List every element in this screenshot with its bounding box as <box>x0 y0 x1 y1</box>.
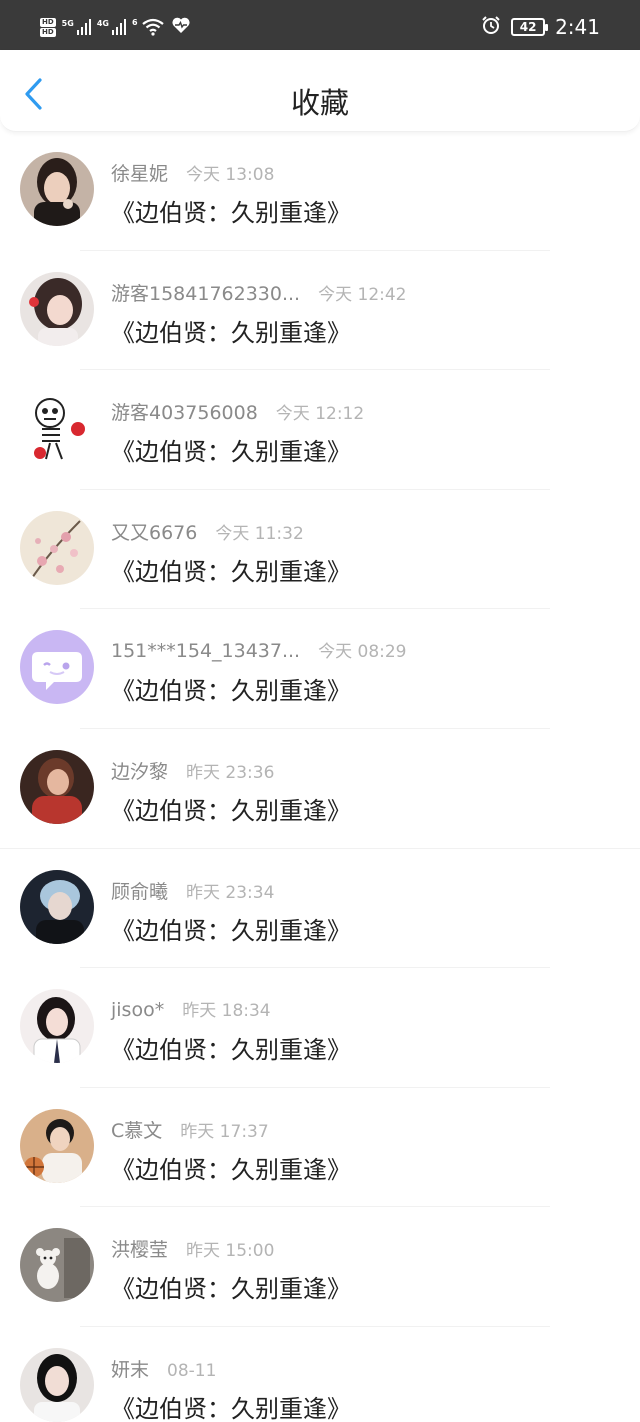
battery-icon: 42 <box>511 18 549 36</box>
avatar <box>20 510 94 585</box>
user-name: 洪樱莹 <box>111 1239 169 1262</box>
avatar <box>20 749 94 824</box>
status-bar: HD HD 5G 4G 6 42 2:41 <box>0 0 640 50</box>
list-item[interactable]: 洪樱莹 昨天 15:00 《边伯贤：久别重逢》 <box>0 1207 640 1327</box>
avatar <box>20 869 94 944</box>
list-item[interactable]: 游客15841762330... 今天 12:42 《边伯贤：久别重逢》 <box>0 251 640 371</box>
signal-5g-icon: 5G <box>62 19 91 35</box>
user-name: 妍末 <box>111 1358 150 1381</box>
list-item[interactable]: 又又6676 今天 11:32 《边伯贤：久别重逢》 <box>0 490 640 610</box>
avatar <box>20 1108 94 1183</box>
user-name: 151***154_13437... <box>111 640 301 663</box>
user-name: jisoo* <box>111 999 165 1022</box>
timestamp: 08-11 <box>167 1360 217 1381</box>
avatar <box>20 630 94 705</box>
user-name: 游客403756008 <box>111 402 258 425</box>
list-item[interactable]: 游客403756008 今天 12:12 《边伯贤：久别重逢》 <box>0 370 640 490</box>
item-subject: 《边伯贤：久别重逢》 <box>111 1155 351 1184</box>
timestamp: 昨天 23:36 <box>186 762 275 783</box>
item-meta: 151***154_13437... 今天 08:29 <box>111 637 407 662</box>
item-subject: 《边伯贤：久别重逢》 <box>111 438 351 467</box>
user-name: 徐星妮 <box>111 163 169 185</box>
item-meta: 游客15841762330... 今天 12:42 <box>111 279 407 306</box>
item-meta: jisoo* 昨天 18:34 <box>111 996 271 1021</box>
favorites-list: 徐星妮 今天 13:08 《边伯贤：久别重逢》 游客15841762330...… <box>0 131 640 1422</box>
hd-badge: HD <box>40 17 56 27</box>
item-subject: 《边伯贤：久别重逢》 <box>111 677 351 706</box>
status-bar-right: 42 2:41 <box>481 12 600 42</box>
page-title: 收藏 <box>290 86 349 120</box>
avatar <box>20 152 94 226</box>
list-item[interactable]: C慕文 昨天 17:37 《边伯贤：久别重逢》 <box>0 1088 640 1208</box>
timestamp: 昨天 15:00 <box>186 1241 275 1262</box>
timestamp: 今天 13:08 <box>186 165 275 185</box>
avatar <box>20 989 94 1064</box>
page-header: 收藏 <box>0 50 640 132</box>
user-name: 游客15841762330... <box>111 282 301 305</box>
item-meta: 顾俞曦 昨天 23:34 <box>111 877 274 904</box>
battery-level: 42 <box>519 20 537 34</box>
timestamp: 今天 12:42 <box>318 284 407 305</box>
item-meta: C慕文 昨天 17:37 <box>111 1116 269 1143</box>
status-bar-left: HD HD 5G 4G 6 <box>40 14 191 40</box>
item-subject: 《边伯贤：久别重逢》 <box>111 1394 351 1422</box>
user-name: 顾俞曦 <box>111 880 169 903</box>
item-subject: 《边伯贤：久别重逢》 <box>111 199 351 227</box>
list-item[interactable]: 徐星妮 今天 13:08 《边伯贤：久别重逢》 <box>0 131 640 251</box>
network-label: 5G <box>61 19 74 28</box>
avatar <box>20 1347 94 1422</box>
hd-badge: HD <box>40 27 56 37</box>
item-subject: 《边伯贤：久别重逢》 <box>111 1275 351 1304</box>
heart-health-icon <box>171 16 191 38</box>
alarm-clock-icon <box>481 15 501 39</box>
list-item[interactable]: 顾俞曦 昨天 23:34 《边伯贤：久别重逢》 <box>0 849 640 969</box>
wifi-label: 6 <box>131 18 138 27</box>
item-meta: 妍末 08-11 <box>111 1355 216 1382</box>
item-meta: 洪樱莹 昨天 15:00 <box>111 1235 274 1262</box>
item-meta: 又又6676 今天 11:32 <box>111 518 304 545</box>
timestamp: 昨天 17:37 <box>180 1121 269 1142</box>
wifi-icon: 6 <box>132 18 165 36</box>
status-time: 2:41 <box>555 15 600 39</box>
avatar <box>20 271 94 346</box>
user-name: 又又6676 <box>111 521 198 544</box>
timestamp: 今天 08:29 <box>318 642 407 663</box>
user-name: C慕文 <box>111 1119 163 1142</box>
network-label: 4G <box>96 19 109 28</box>
hd-badges: HD HD <box>40 17 56 37</box>
timestamp: 今天 11:32 <box>215 523 304 544</box>
item-subject: 《边伯贤：久别重逢》 <box>111 796 351 825</box>
list-item[interactable]: 边汐黎 昨天 23:36 《边伯贤：久别重逢》 <box>0 729 640 849</box>
item-meta: 边汐黎 昨天 23:36 <box>111 757 274 784</box>
item-subject: 《边伯贤：久别重逢》 <box>111 318 351 347</box>
avatar <box>20 1228 94 1303</box>
item-subject: 《边伯贤：久别重逢》 <box>111 916 351 945</box>
timestamp: 今天 12:12 <box>275 404 365 425</box>
list-item[interactable]: 妍末 08-11 《边伯贤：久别重逢》 <box>0 1327 640 1422</box>
list-item[interactable]: 151***154_13437... 今天 08:29 《边伯贤：久别重逢》 <box>0 609 640 729</box>
user-name: 边汐黎 <box>111 760 169 783</box>
avatar <box>20 391 94 466</box>
timestamp: 昨天 18:34 <box>182 1001 271 1022</box>
signal-4g-icon: 4G <box>97 19 126 35</box>
item-subject: 《边伯贤：久别重逢》 <box>111 557 351 586</box>
list-item[interactable]: jisoo* 昨天 18:34 《边伯贤：久别重逢》 <box>0 968 640 1088</box>
timestamp: 昨天 23:34 <box>186 882 275 903</box>
item-meta: 徐星妮 今天 13:08 <box>111 159 274 186</box>
item-subject: 《边伯贤：久别重逢》 <box>111 1036 351 1065</box>
item-meta: 游客403756008 今天 12:12 <box>111 398 364 425</box>
